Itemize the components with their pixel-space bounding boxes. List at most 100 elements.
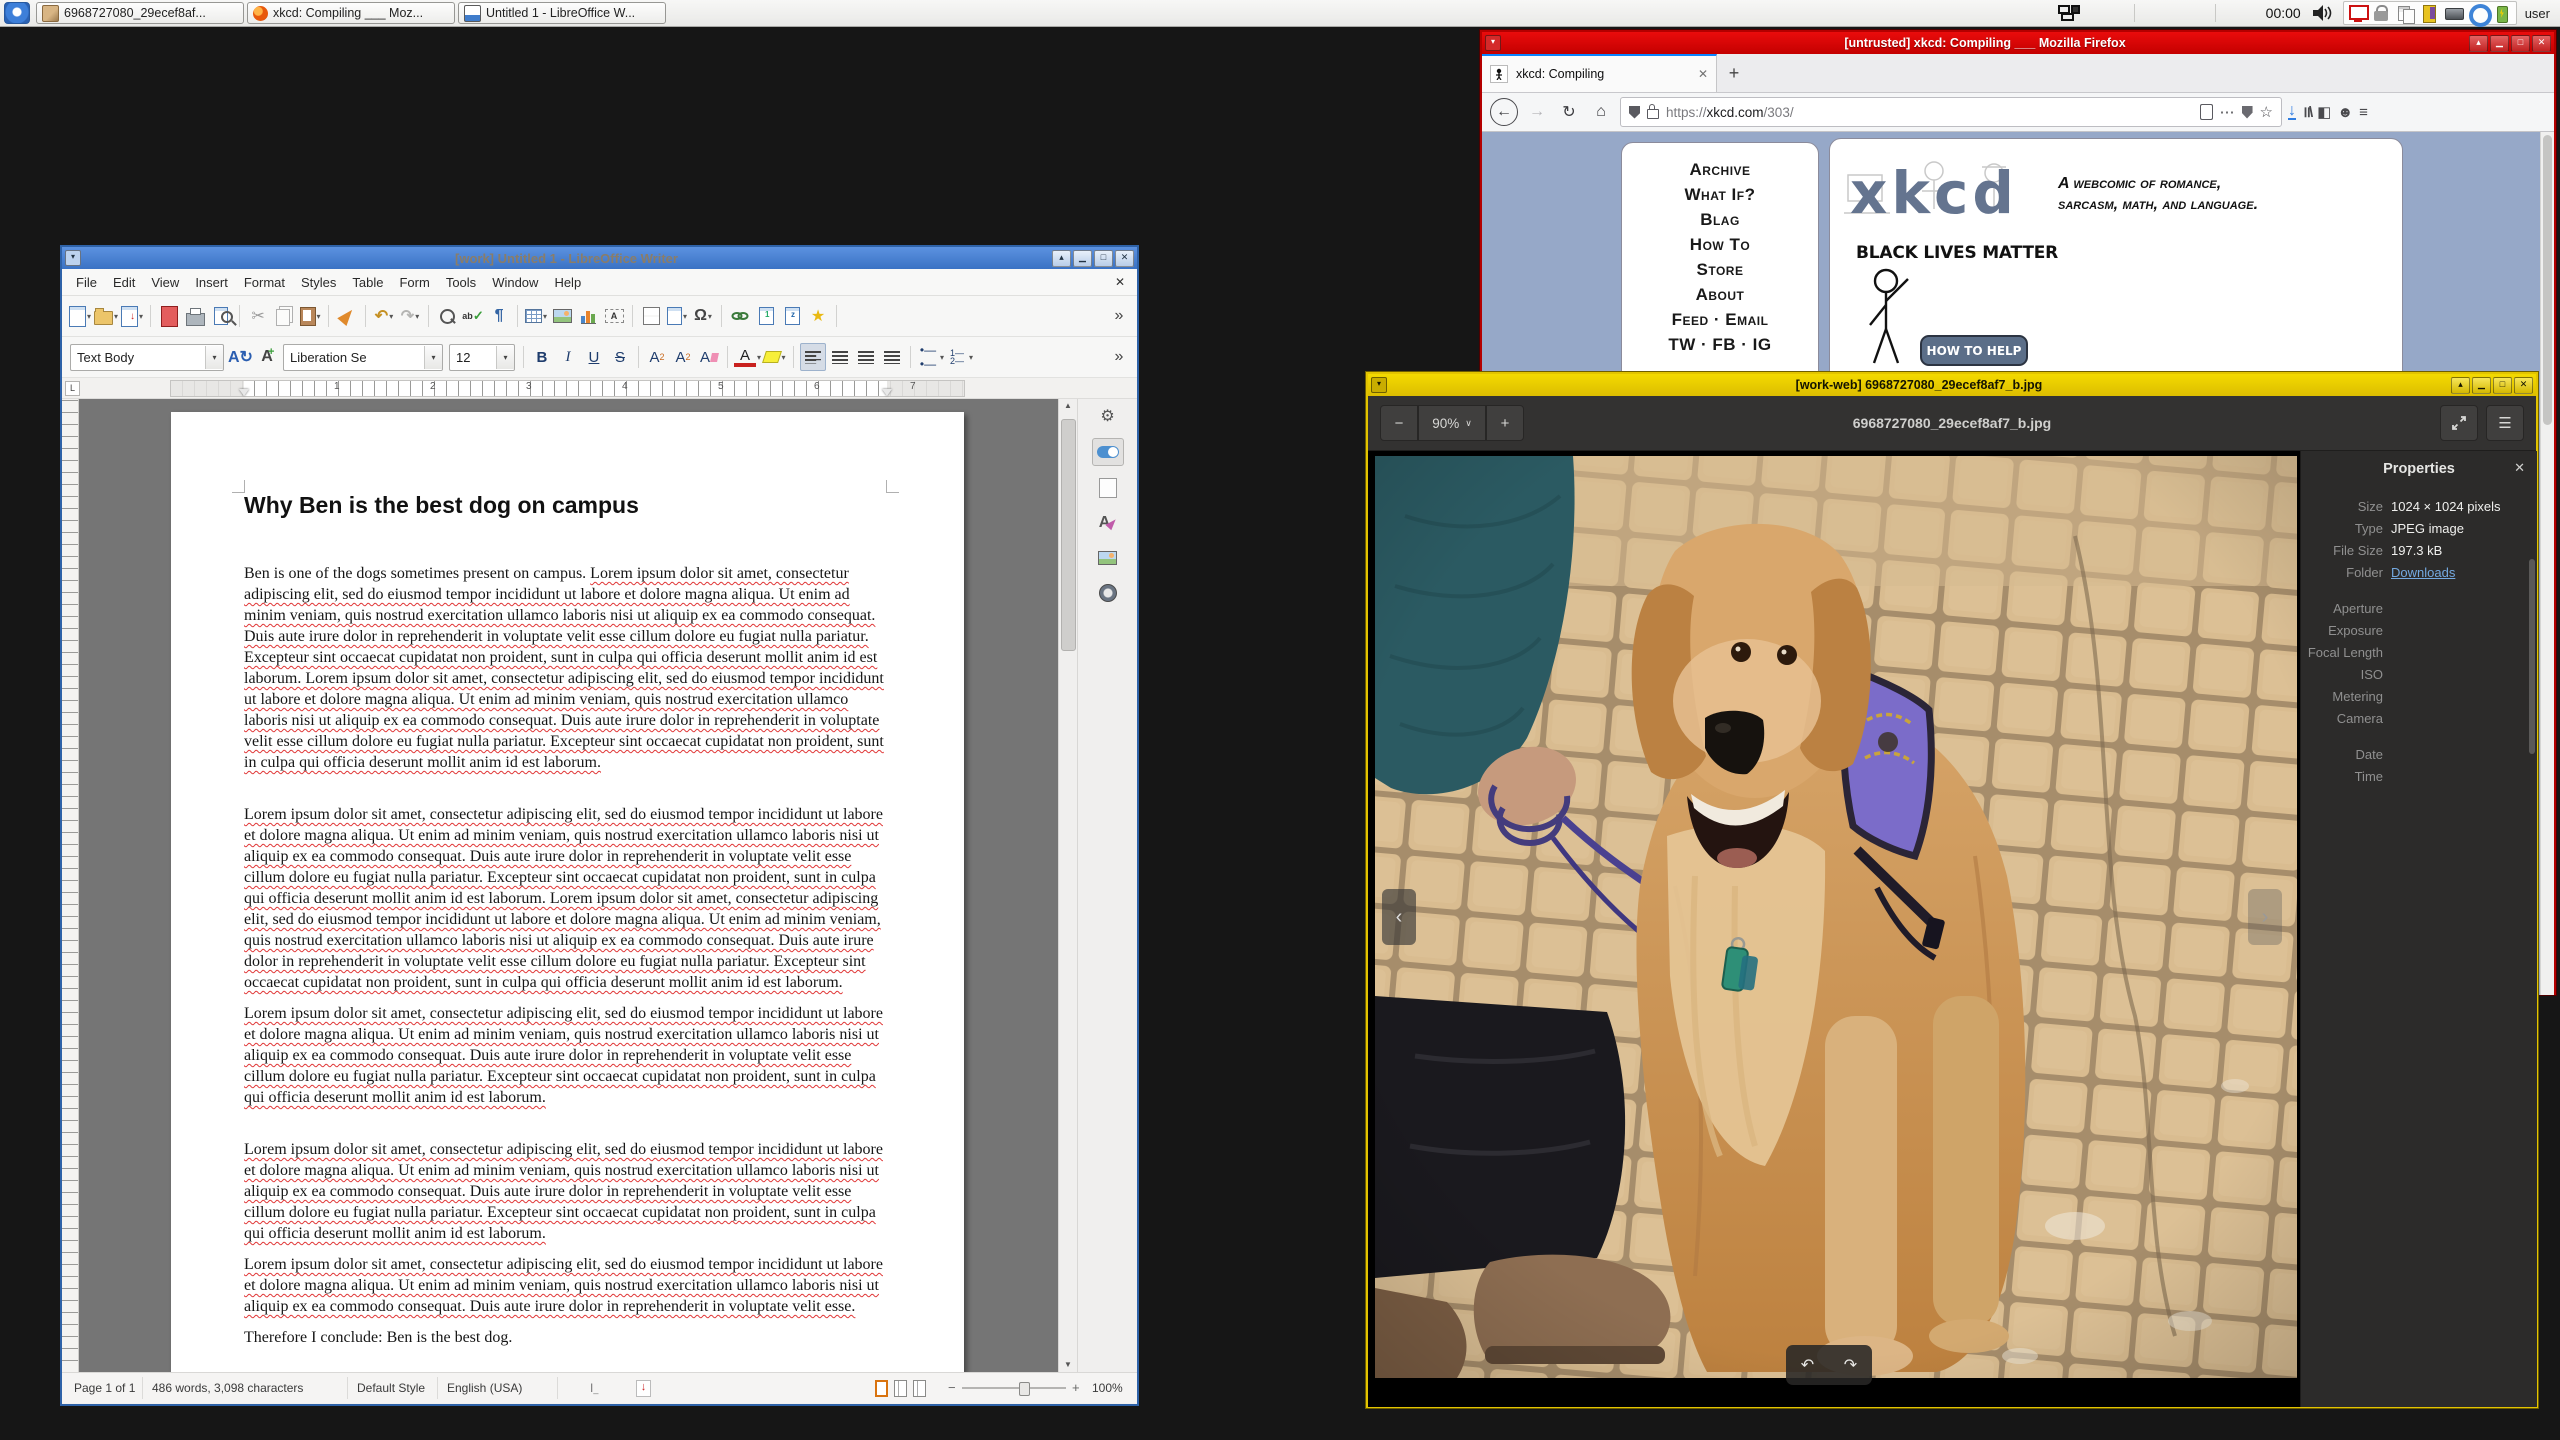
menu-file[interactable]: File <box>68 275 105 290</box>
insert-field-button[interactable]: ▾ <box>665 303 689 329</box>
rotate-left-button[interactable]: ↶ <box>1801 1355 1814 1375</box>
viewer-menu-button[interactable]: ☰ <box>2486 405 2524 441</box>
bookmark-star-icon[interactable]: ☆ <box>2260 103 2273 121</box>
xkcd-nav-about[interactable]: About <box>1622 282 1818 307</box>
forward-button[interactable]: → <box>1524 99 1550 125</box>
insert-special-character-button[interactable]: Ω ▾ <box>691 303 715 329</box>
menu-form[interactable]: Form <box>391 275 437 290</box>
align-left-button[interactable] <box>799 343 826 371</box>
url-bar[interactable]: https://xkcd.com/303/ ⋯ ☆ <box>1620 97 2282 127</box>
maximize-button[interactable]: □ <box>2493 376 2512 394</box>
zoom-level-dropdown[interactable]: 90% ∨ <box>1418 405 1486 441</box>
numbered-list-button[interactable]: 1— 2— ▾ <box>946 344 973 370</box>
print-preview-button[interactable] <box>209 303 234 329</box>
zoom-slider[interactable] <box>962 1382 1066 1396</box>
tab-xkcd[interactable]: xkcd: Compiling ✕ <box>1482 54 1717 92</box>
properties-close-icon[interactable]: ✕ <box>2514 460 2525 476</box>
insert-bookmark-button[interactable]: ★ <box>806 303 830 329</box>
minimize-button[interactable]: ▁ <box>1073 249 1092 267</box>
window-menu-icon[interactable]: ▾ <box>1485 35 1501 51</box>
account-icon[interactable]: ☻ <box>2337 104 2353 121</box>
font-name-combo[interactable]: Liberation Se ▾ <box>282 343 443 371</box>
update-style-button[interactable]: A↻ <box>228 344 253 370</box>
left-indent-marker[interactable] <box>239 389 249 396</box>
battery-icon[interactable] <box>2492 4 2512 23</box>
paragraph-style-combo[interactable]: Text Body ▾ <box>70 343 224 371</box>
taskbar-button-writer[interactable]: Untitled 1 - LibreOffice W... <box>458 2 666 24</box>
superscript-button[interactable]: A2 <box>645 344 669 370</box>
insert-pagebreak-button[interactable] <box>639 303 663 329</box>
scrollbar-thumb[interactable] <box>2543 135 2552 425</box>
sidebar-gallery-icon[interactable] <box>1093 545 1123 571</box>
document-page[interactable]: Why Ben is the best dog on campus Ben is… <box>171 412 964 1372</box>
clear-formatting-button[interactable]: A <box>697 344 721 370</box>
insert-hyperlink-button[interactable] <box>728 303 752 329</box>
browser-scrollbar[interactable] <box>2540 132 2554 995</box>
minimize-button[interactable]: ▁ <box>2472 376 2491 394</box>
zoom-percent[interactable]: 100% <box>1092 1381 1123 1395</box>
horizontal-ruler[interactable]: 1 2 3 4 5 6 7 <box>170 380 965 397</box>
zoom-slider-knob[interactable] <box>1019 1382 1031 1396</box>
shade-button[interactable]: ▴ <box>1052 249 1071 267</box>
home-button[interactable]: ⌂ <box>1588 99 1614 125</box>
toolbar-overflow-button[interactable]: » <box>1107 344 1131 370</box>
cut-button[interactable]: ✂ <box>246 303 270 329</box>
new-style-button[interactable]: A + <box>255 344 279 370</box>
next-image-button[interactable]: › <box>2248 889 2282 945</box>
pocket-icon[interactable] <box>2241 105 2253 119</box>
save-state-icon[interactable]: ↓ <box>636 1380 651 1397</box>
bullet-list-button[interactable]: •— •— ▾ <box>917 343 944 371</box>
undo-button[interactable]: ↶ ▾ <box>372 303 396 329</box>
writer-titlebar[interactable]: ▾ [work] Untitled 1 - LibreOffice Writer… <box>62 247 1137 269</box>
maximize-button[interactable]: □ <box>1094 249 1113 267</box>
reader-mode-icon[interactable] <box>2199 104 2213 120</box>
new-tab-button[interactable]: + <box>1717 54 1751 92</box>
minimize-button[interactable]: ▁ <box>2490 34 2509 52</box>
status-paragraph-style[interactable]: Default Style <box>357 1381 425 1395</box>
panel-scrollbar[interactable] <box>2529 559 2535 754</box>
xkcd-nav-archive[interactable]: Archive <box>1622 157 1818 182</box>
shade-button[interactable]: ▴ <box>2451 376 2470 394</box>
workspace-switcher-icon[interactable] <box>2057 5 2080 21</box>
align-right-button[interactable] <box>854 344 878 370</box>
back-button[interactable]: ← <box>1490 98 1518 126</box>
save-button[interactable]: ↓ ▾ <box>120 303 144 329</box>
sidebar-page-icon[interactable] <box>1093 475 1123 501</box>
lock-icon[interactable] <box>2372 4 2392 22</box>
align-center-button[interactable] <box>828 344 852 370</box>
previous-image-button[interactable]: ‹ <box>1382 889 1416 945</box>
right-indent-marker[interactable] <box>882 389 892 396</box>
open-button[interactable]: ▾ <box>94 303 118 329</box>
how-to-help-button[interactable]: HOW TO HELP <box>1920 335 2028 366</box>
dog-photo[interactable] <box>1375 456 2297 1378</box>
xkcd-nav-whatif[interactable]: What If? <box>1622 182 1818 207</box>
new-document-button[interactable]: ▾ <box>68 303 92 329</box>
subscript-button[interactable]: A2 <box>671 344 695 370</box>
menu-insert[interactable]: Insert <box>187 275 236 290</box>
firefox-titlebar[interactable]: ▾ [untrusted] xkcd: Compiling ___ Mozill… <box>1482 32 2554 54</box>
sidebar-toggle-icon[interactable]: ◧ <box>2317 103 2331 121</box>
window-menu-icon[interactable]: ▾ <box>65 250 81 266</box>
fullscreen-button[interactable] <box>2440 405 2478 441</box>
downloads-icon[interactable]: ↓ <box>2288 103 2296 120</box>
zoom-in-icon[interactable]: + <box>1072 1380 1080 1395</box>
shade-button[interactable]: ▴ <box>2469 34 2488 52</box>
book-view-icon[interactable] <box>913 1380 926 1397</box>
export-pdf-button[interactable] <box>157 303 181 329</box>
menu-table[interactable]: Table <box>344 275 391 290</box>
find-replace-button[interactable] <box>435 303 459 329</box>
xkcd-nav-social[interactable]: TW · FB · IG <box>1622 332 1818 357</box>
sidebar-navigator-icon[interactable] <box>1093 580 1123 606</box>
insert-endnote-button[interactable]: z <box>780 303 804 329</box>
multi-page-view-icon[interactable] <box>894 1380 907 1397</box>
device-icon[interactable] <box>2420 4 2440 23</box>
bold-button[interactable]: B <box>530 344 554 370</box>
window-menu-icon[interactable]: ▾ <box>1371 377 1387 393</box>
spellcheck-button[interactable]: ab ✓ <box>461 303 485 329</box>
xkcd-nav-feed-email[interactable]: Feed · Email <box>1622 307 1818 332</box>
insert-textbox-button[interactable]: A <box>602 303 626 329</box>
sidebar-styles-icon[interactable]: A <box>1093 510 1123 536</box>
font-size-combo[interactable]: 12 ▾ <box>448 343 515 371</box>
xkcd-nav-howto[interactable]: How To <box>1622 232 1818 257</box>
viewer-titlebar[interactable]: ▾ [work-web] 6968727080_29ecef8af7_b.jpg… <box>1368 374 2536 396</box>
